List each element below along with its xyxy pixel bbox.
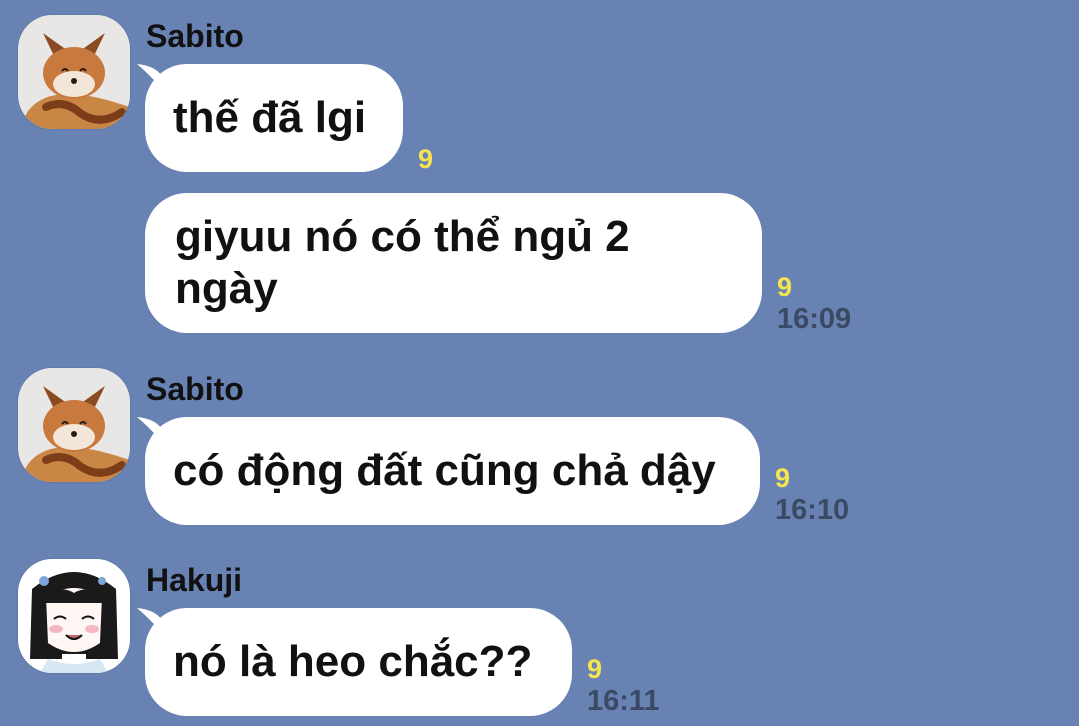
sender-name: Hakuji (146, 562, 243, 598)
message-bubble[interactable]: giyuu nó có thể ngủ 2 ngày (145, 193, 762, 333)
message-time: 16:09 (777, 303, 852, 335)
read-receipt: 9 (587, 654, 603, 684)
sender-name: Sabito (146, 371, 244, 407)
avatar[interactable] (18, 559, 130, 673)
message-bubble[interactable]: có động đất cũng chả dậy (145, 417, 760, 525)
sender-name: Sabito (146, 18, 244, 54)
fox-avatar-icon (18, 368, 130, 482)
read-receipt: 9 (775, 463, 791, 493)
message-meta: 9 16:11 (587, 656, 660, 716)
message-bubble[interactable]: nó là heo chắc?? (145, 608, 572, 716)
fox-avatar-icon (18, 15, 130, 129)
message-meta: 9 16:09 (777, 274, 851, 334)
avatar[interactable] (18, 15, 130, 129)
avatar[interactable] (18, 368, 130, 482)
anime-girl-avatar-icon (18, 559, 130, 673)
message-bubble[interactable]: thế đã lgi (145, 64, 403, 172)
message-meta: 9 16:10 (775, 465, 849, 525)
message-text: có động đất cũng chả dậy (173, 446, 716, 495)
message-time: 16:11 (587, 685, 660, 717)
message-text: giyuu nó có thể ngủ 2 ngày (175, 212, 630, 313)
message-meta: 9 (418, 146, 433, 173)
message-text: thế đã lgi (173, 93, 367, 142)
message-time: 16:10 (775, 494, 850, 526)
message-text: nó là heo chắc?? (173, 637, 533, 686)
read-receipt: 9 (418, 144, 434, 174)
read-receipt: 9 (777, 272, 793, 302)
